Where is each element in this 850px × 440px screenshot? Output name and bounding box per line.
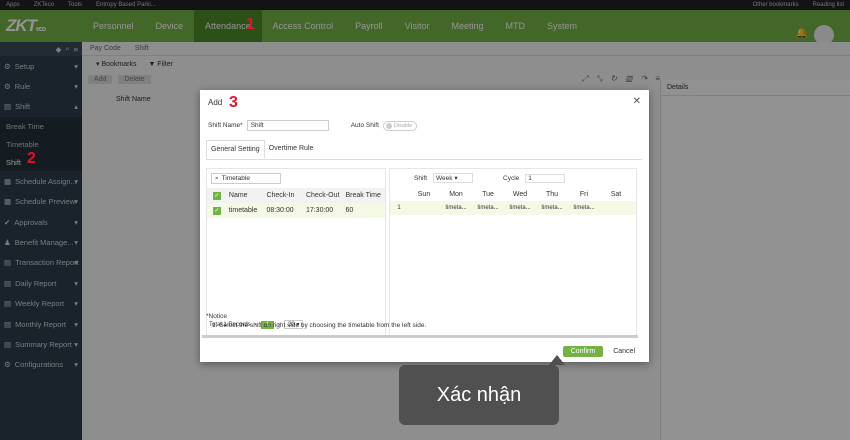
shift-unit-select[interactable]: Week ▾ (433, 173, 474, 183)
shift-settings-row: Shift Week ▾ Cycle 1 (390, 169, 636, 187)
dialog-tabs: General Setting Overtime Rule (206, 140, 642, 160)
day-tue: Tue (482, 190, 494, 198)
shift-schedule-panel: Shift Week ▾ Cycle 1 Sun Mon Tue Wed Thu… (389, 168, 637, 336)
add-shift-dialog: Add ✕ Shift Name* Shift Auto Shift Disab… (200, 90, 649, 362)
col-name: Name (228, 192, 248, 199)
shift-unit-label: Shift (414, 174, 428, 182)
select-all-checkbox[interactable]: ✓ (213, 191, 221, 200)
day-wed: Wed (512, 190, 528, 198)
annotation-3: 3 (229, 94, 238, 111)
col-break-time: Break Time (345, 192, 381, 199)
timetable-panel: ⌕ Timetable ✓ Name Check-In Check-Out Bre… (206, 168, 386, 336)
auto-shift-label: Auto Shift (350, 122, 379, 129)
col-check-in: Check-In (266, 192, 295, 199)
day-sun: Sun (417, 190, 431, 198)
col-check-out: Check-Out (305, 192, 340, 199)
tab-general-setting[interactable]: General Setting (206, 140, 265, 159)
day-thu: Thu (545, 190, 559, 198)
timetable-search[interactable]: ⌕ Timetable (211, 173, 281, 184)
day-sat: Sat (610, 190, 622, 198)
dialog-buttons: Confirm Cancel (562, 346, 635, 357)
timetable-header-row: ✓ Name Check-In Check-Out Break Time (207, 188, 385, 203)
row-checkbox[interactable]: ✓ (213, 206, 221, 215)
schedule-row[interactable]: 1 timeta... timeta... timeta... timeta..… (390, 201, 636, 215)
shift-name-input[interactable]: Shift (246, 120, 329, 131)
confirm-button[interactable]: Confirm (562, 346, 604, 357)
close-icon[interactable]: ✕ (633, 96, 641, 107)
dialog-title: Add (208, 98, 223, 107)
cancel-button[interactable]: Cancel (613, 348, 635, 355)
cycle-label: Cycle (503, 174, 520, 182)
notice-title: *Notice (206, 313, 227, 320)
auto-shift-toggle[interactable]: Disable (382, 120, 417, 131)
tooltip-callout: Xác nhận (399, 355, 565, 425)
table-row[interactable]: ✓ timetable 08:30:00 17:30:00 60 (207, 203, 385, 218)
notice: *Notice 1. Select the shift on right sid… (206, 312, 426, 330)
annotation-2: 2 (27, 150, 36, 167)
cycle-input[interactable]: 1 (525, 173, 566, 183)
search-icon: ⌕ (215, 175, 219, 182)
notice-text: 1. Select the shift on right side by cho… (212, 322, 427, 329)
day-mon: Mon (449, 190, 463, 198)
shift-name-label: Shift Name* (208, 122, 243, 129)
horizontal-scrollbar[interactable] (202, 335, 638, 338)
tab-overtime-rule[interactable]: Overtime Rule (265, 140, 318, 159)
shift-name-row: Shift Name* Shift Auto Shift Disable (208, 120, 417, 131)
annotation-1: 1 (246, 16, 255, 33)
day-fri: Fri (579, 190, 589, 198)
days-header-row: Sun Mon Tue Wed Thu Fri Sat (390, 187, 636, 201)
